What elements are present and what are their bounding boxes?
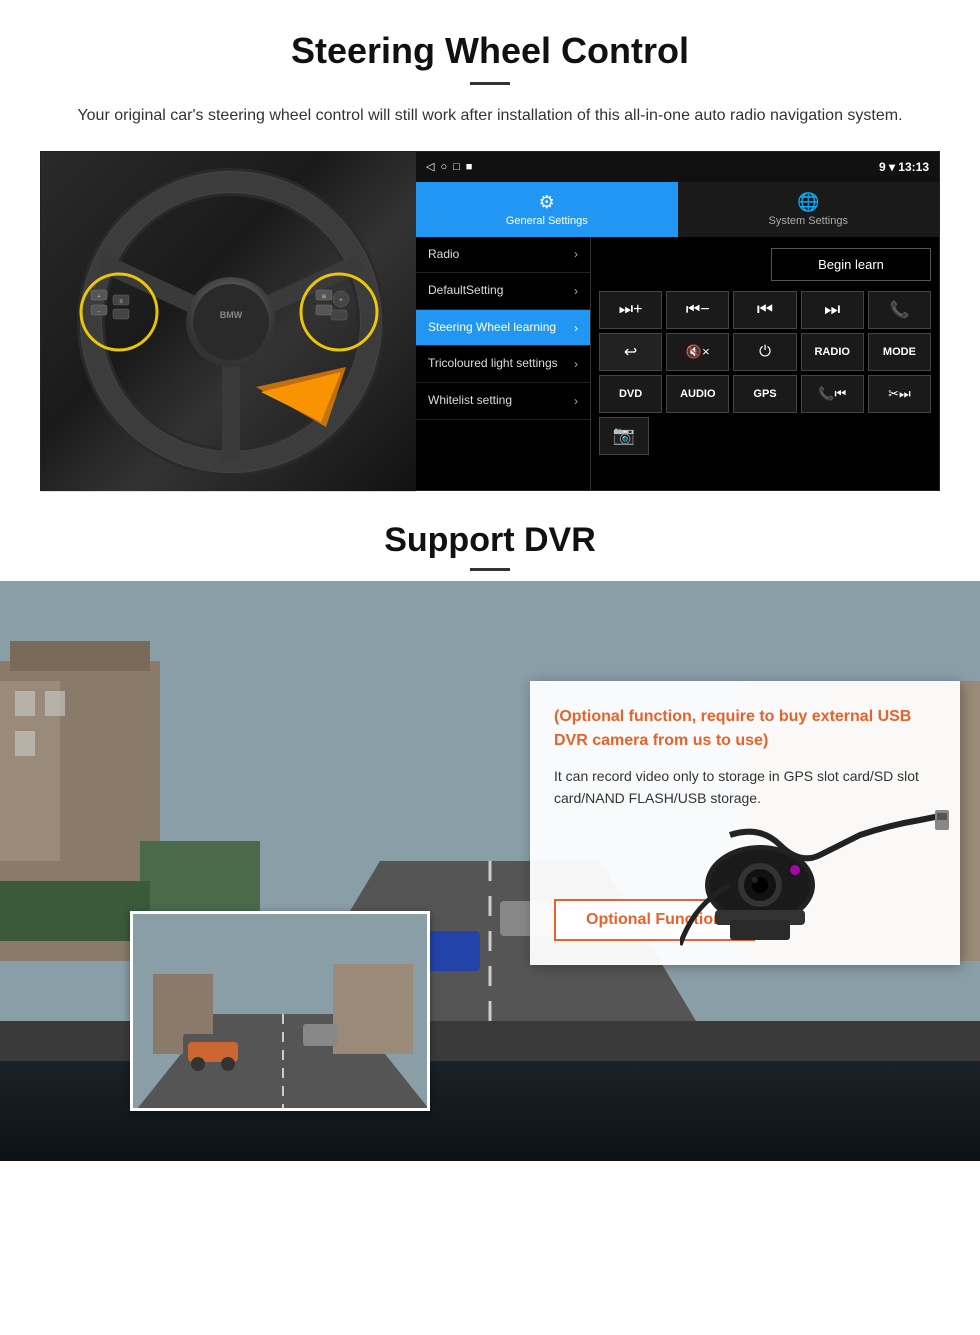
cut-next-btn[interactable]: ✂⏭ bbox=[868, 375, 931, 413]
dvr-camera-illustration bbox=[680, 805, 950, 955]
vol-up-btn[interactable]: ⏭+ bbox=[599, 291, 662, 329]
page-title: Steering Wheel Control bbox=[40, 30, 940, 72]
android-topbar: ◁ ○ □ ■ 9 ▾ 13:13 bbox=[416, 152, 939, 182]
android-panel: ◁ ○ □ ■ 9 ▾ 13:13 ⚙ General Settings 🌐 S… bbox=[416, 152, 939, 490]
status-time: 9 ▾ 13:13 bbox=[879, 160, 929, 174]
control-buttons-grid: ⏭+ ⏮− ⏮ ⏭ 📞 ↩ 🔇× ⏻ RADIO MODE bbox=[599, 291, 931, 455]
settings-menu: Radio › DefaultSetting › Steering Wheel … bbox=[416, 237, 591, 490]
dvr-optional-notice: (Optional function, require to buy exter… bbox=[554, 705, 936, 753]
dvd-btn[interactable]: DVD bbox=[599, 375, 662, 413]
home-icon[interactable]: ○ bbox=[440, 161, 447, 173]
svg-text:+: + bbox=[98, 294, 101, 300]
next-btn[interactable]: ⏭ bbox=[801, 291, 864, 329]
svg-text:−: − bbox=[98, 309, 101, 315]
dvr-divider bbox=[470, 568, 510, 571]
title-divider bbox=[470, 82, 510, 85]
dvr-info-card: (Optional function, require to buy exter… bbox=[530, 681, 960, 966]
radio-label: Radio bbox=[428, 247, 459, 263]
tricoloured-label: Tricoloured light settings bbox=[428, 356, 558, 372]
gps-btn[interactable]: GPS bbox=[733, 375, 796, 413]
menu-icon[interactable]: ■ bbox=[466, 161, 473, 173]
steering-section: Steering Wheel Control Your original car… bbox=[0, 0, 980, 491]
btn-row-1: ⏭+ ⏮− ⏮ ⏭ 📞 bbox=[599, 291, 931, 329]
steering-learn-panel: Begin learn ⏭+ ⏮− ⏮ ⏭ 📞 ↩ bbox=[591, 237, 939, 490]
begin-learn-row: Begin learn bbox=[599, 245, 931, 285]
btn-row-3: DVD AUDIO GPS 📞⏮ ✂⏭ bbox=[599, 375, 931, 413]
call-btn[interactable]: 📞 bbox=[868, 291, 931, 329]
chevron-icon: › bbox=[574, 321, 578, 335]
gear-icon: ⚙ bbox=[539, 192, 555, 213]
menu-item-tricoloured[interactable]: Tricoloured light settings › bbox=[416, 346, 590, 383]
chevron-icon: › bbox=[574, 357, 578, 371]
audio-btn[interactable]: AUDIO bbox=[666, 375, 729, 413]
menu-item-steering[interactable]: Steering Wheel learning › bbox=[416, 310, 590, 347]
cam-btn[interactable]: 📷 bbox=[599, 417, 649, 455]
back-icon[interactable]: ◁ bbox=[426, 160, 434, 173]
begin-learn-button[interactable]: Begin learn bbox=[771, 248, 931, 281]
power-btn[interactable]: ⏻ bbox=[733, 333, 796, 371]
menu-area: Radio › DefaultSetting › Steering Wheel … bbox=[416, 237, 939, 490]
vol-down-btn[interactable]: ⏮− bbox=[666, 291, 729, 329]
radio-btn[interactable]: RADIO bbox=[801, 333, 864, 371]
settings-tabs: ⚙ General Settings 🌐 System Settings bbox=[416, 182, 939, 237]
mute-btn[interactable]: 🔇× bbox=[666, 333, 729, 371]
svg-text:BMW: BMW bbox=[220, 310, 243, 320]
menu-item-whitelist[interactable]: Whitelist setting › bbox=[416, 383, 590, 420]
topbar-nav-icons: ◁ ○ □ ■ bbox=[426, 160, 472, 173]
call-prev-btn[interactable]: 📞⏮ bbox=[801, 375, 864, 413]
btn-row-2: ↩ 🔇× ⏻ RADIO MODE bbox=[599, 333, 931, 371]
hangup-btn[interactable]: ↩ bbox=[599, 333, 662, 371]
dvr-title-area: Support DVR bbox=[0, 491, 980, 581]
whitelist-label: Whitelist setting bbox=[428, 393, 512, 409]
menu-item-default[interactable]: DefaultSetting › bbox=[416, 273, 590, 310]
svg-text:⊞: ⊞ bbox=[322, 294, 326, 300]
btn-row-4: 📷 bbox=[599, 417, 931, 455]
chevron-icon: › bbox=[574, 394, 578, 408]
dvr-description-text: It can record video only to storage in G… bbox=[554, 765, 936, 810]
menu-item-radio[interactable]: Radio › bbox=[416, 237, 590, 274]
dvr-background-scene: (Optional function, require to buy exter… bbox=[0, 581, 980, 1161]
recents-icon[interactable]: □ bbox=[453, 161, 460, 173]
android-ui-panel: BMW + − ≡ ⊞ + bbox=[40, 151, 940, 491]
svg-text:≡: ≡ bbox=[119, 299, 123, 305]
chevron-icon: › bbox=[574, 247, 578, 261]
steering-wheel-photo: BMW + − ≡ ⊞ + bbox=[41, 152, 416, 492]
tab-system-label: System Settings bbox=[769, 215, 848, 227]
prev-btn[interactable]: ⏮ bbox=[733, 291, 796, 329]
subtitle-text: Your original car's steering wheel contr… bbox=[40, 103, 940, 129]
system-icon: 🌐 bbox=[797, 192, 819, 213]
steering-label: Steering Wheel learning bbox=[428, 320, 556, 336]
dvr-section: Support DVR bbox=[0, 491, 980, 1161]
dvr-preview-image bbox=[130, 911, 430, 1111]
dvr-title: Support DVR bbox=[0, 521, 980, 560]
tab-general-label: General Settings bbox=[506, 215, 588, 227]
steering-wheel-image: BMW + − ≡ ⊞ + bbox=[61, 162, 401, 482]
svg-text:+: + bbox=[339, 298, 343, 304]
chevron-icon: › bbox=[574, 284, 578, 298]
tab-general-settings[interactable]: ⚙ General Settings bbox=[416, 182, 678, 237]
preview-road-svg bbox=[133, 914, 430, 1111]
mode-btn[interactable]: MODE bbox=[868, 333, 931, 371]
default-label: DefaultSetting bbox=[428, 283, 503, 299]
tab-system-settings[interactable]: 🌐 System Settings bbox=[678, 182, 940, 237]
camera-svg bbox=[680, 805, 950, 955]
